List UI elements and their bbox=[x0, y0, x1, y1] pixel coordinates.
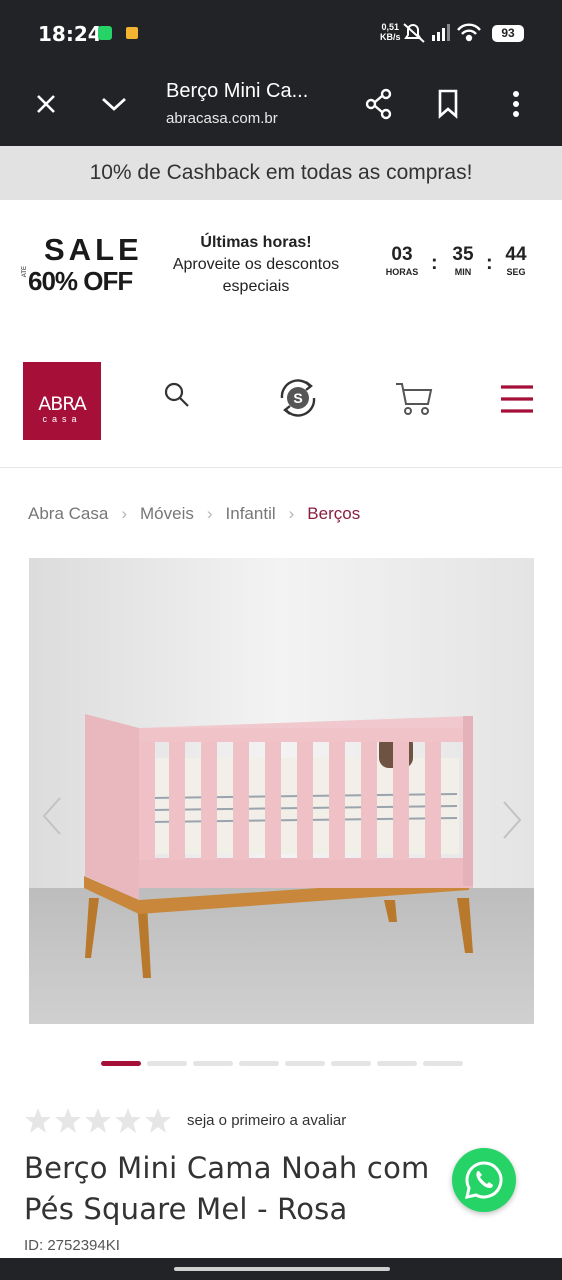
product-id: ID: 2752394KI bbox=[24, 1237, 120, 1254]
wifi-icon bbox=[457, 23, 481, 42]
chevron-right-icon: › bbox=[121, 504, 127, 523]
countdown-hours-value: 03 bbox=[391, 244, 413, 265]
menu-icon[interactable] bbox=[500, 384, 534, 419]
system-icons bbox=[402, 22, 488, 49]
sale-word: SALE bbox=[44, 232, 143, 267]
breadcrumb-item-infantil[interactable]: Infantil bbox=[226, 504, 276, 524]
promo-headline: Últimas horas! bbox=[200, 234, 312, 251]
countdown-minutes-value: 35 bbox=[452, 244, 474, 265]
net-speed-value: 0,51 bbox=[381, 22, 400, 32]
breadcrumb: Abra Casa › Móveis › Infantil › Berços bbox=[28, 502, 360, 526]
carousel-dot[interactable] bbox=[101, 1061, 141, 1066]
promo-message: Últimas horas! Aproveite os descontos es… bbox=[158, 232, 354, 298]
carousel-dot[interactable] bbox=[377, 1061, 417, 1066]
search-icon[interactable] bbox=[162, 380, 192, 415]
product-title: Berço Mini Cama Noah com Pés Square Mel … bbox=[24, 1151, 430, 1226]
carousel-dot[interactable] bbox=[239, 1061, 279, 1066]
carousel-dot[interactable] bbox=[331, 1061, 371, 1066]
carousel-indicators bbox=[101, 1061, 463, 1066]
product-image[interactable] bbox=[29, 558, 534, 1024]
share-icon[interactable] bbox=[364, 88, 394, 125]
message-notification-icon bbox=[126, 27, 138, 39]
countdown-hours-label: HORAS bbox=[385, 267, 419, 277]
rating-cta[interactable]: seja o primeiro a avaliar bbox=[187, 1112, 346, 1129]
cashback-promo-bar[interactable]: 10% de Cashback em todas as compras! bbox=[0, 146, 562, 200]
chevron-down-icon[interactable] bbox=[100, 94, 128, 119]
countdown-seconds-label: SEG bbox=[506, 267, 526, 277]
battery-icon: 93 bbox=[492, 25, 524, 42]
countdown-hours: 03 HORAS bbox=[380, 244, 424, 278]
more-vert-icon[interactable] bbox=[508, 88, 524, 125]
status-bar: 18:24 0,51 KB/s 93 bbox=[0, 0, 562, 64]
countdown-seconds: 44 SEG bbox=[494, 244, 538, 278]
sale-percent: 60% OFF bbox=[28, 266, 133, 296]
bookmark-icon[interactable] bbox=[436, 88, 460, 125]
breadcrumb-item-moveis[interactable]: Móveis bbox=[140, 504, 194, 524]
star-icon bbox=[25, 1108, 51, 1133]
mute-icon bbox=[403, 23, 425, 43]
rating-stars[interactable] bbox=[24, 1106, 172, 1138]
net-speed-unit: KB/s bbox=[380, 32, 401, 42]
site-logo[interactable]: ABRA casa bbox=[23, 362, 101, 440]
cashback-icon[interactable]: S bbox=[272, 372, 324, 429]
gesture-handle[interactable] bbox=[174, 1267, 390, 1271]
close-icon[interactable] bbox=[34, 92, 58, 121]
page-url[interactable]: abracasa.com.br bbox=[166, 110, 278, 127]
carousel-dot[interactable] bbox=[193, 1061, 233, 1066]
carousel-dot[interactable] bbox=[285, 1061, 325, 1066]
system-gesture-bar bbox=[0, 1258, 562, 1280]
whatsapp-notification-icon bbox=[98, 26, 112, 40]
carousel-dot[interactable] bbox=[423, 1061, 463, 1066]
net-speed: 0,51 KB/s bbox=[380, 22, 401, 42]
cart-icon[interactable] bbox=[394, 380, 434, 423]
star-icon bbox=[85, 1108, 111, 1133]
logo-main-text: ABRA bbox=[38, 393, 86, 415]
signal-icon bbox=[432, 24, 450, 41]
star-icon bbox=[55, 1108, 81, 1133]
logo-sub-text: casa bbox=[42, 414, 82, 424]
countdown-separator: : bbox=[486, 252, 493, 274]
breadcrumb-item-home[interactable]: Abra Casa bbox=[28, 504, 108, 524]
svg-text:S: S bbox=[293, 390, 302, 406]
whatsapp-button[interactable] bbox=[452, 1148, 516, 1212]
promo-subtext: Aproveite os descontos especiais bbox=[172, 256, 340, 295]
whatsapp-icon bbox=[465, 1161, 503, 1199]
breadcrumb-item-bercos[interactable]: Berços bbox=[307, 504, 360, 524]
countdown-separator: : bbox=[431, 252, 438, 274]
countdown-timer: 03 HORAS : 35 MIN : 44 SEG bbox=[376, 244, 536, 284]
header-divider bbox=[0, 467, 562, 468]
browser-toolbar: Berço Mini Ca... abracasa.com.br bbox=[0, 64, 562, 146]
countdown-seconds-value: 44 bbox=[505, 244, 527, 265]
chevron-right-icon: › bbox=[206, 504, 213, 523]
carousel-prev-icon[interactable] bbox=[40, 796, 64, 841]
carousel-dot[interactable] bbox=[147, 1061, 187, 1066]
countdown-minutes: 35 MIN bbox=[441, 244, 485, 278]
carousel-next-icon[interactable] bbox=[500, 800, 524, 845]
countdown-minutes-label: MIN bbox=[454, 267, 472, 277]
star-icon bbox=[115, 1108, 141, 1133]
status-time: 18:24 bbox=[38, 22, 102, 46]
tab-title: Berço Mini Ca... bbox=[166, 80, 309, 102]
star-icon bbox=[145, 1108, 171, 1133]
chevron-right-icon: › bbox=[288, 504, 295, 523]
